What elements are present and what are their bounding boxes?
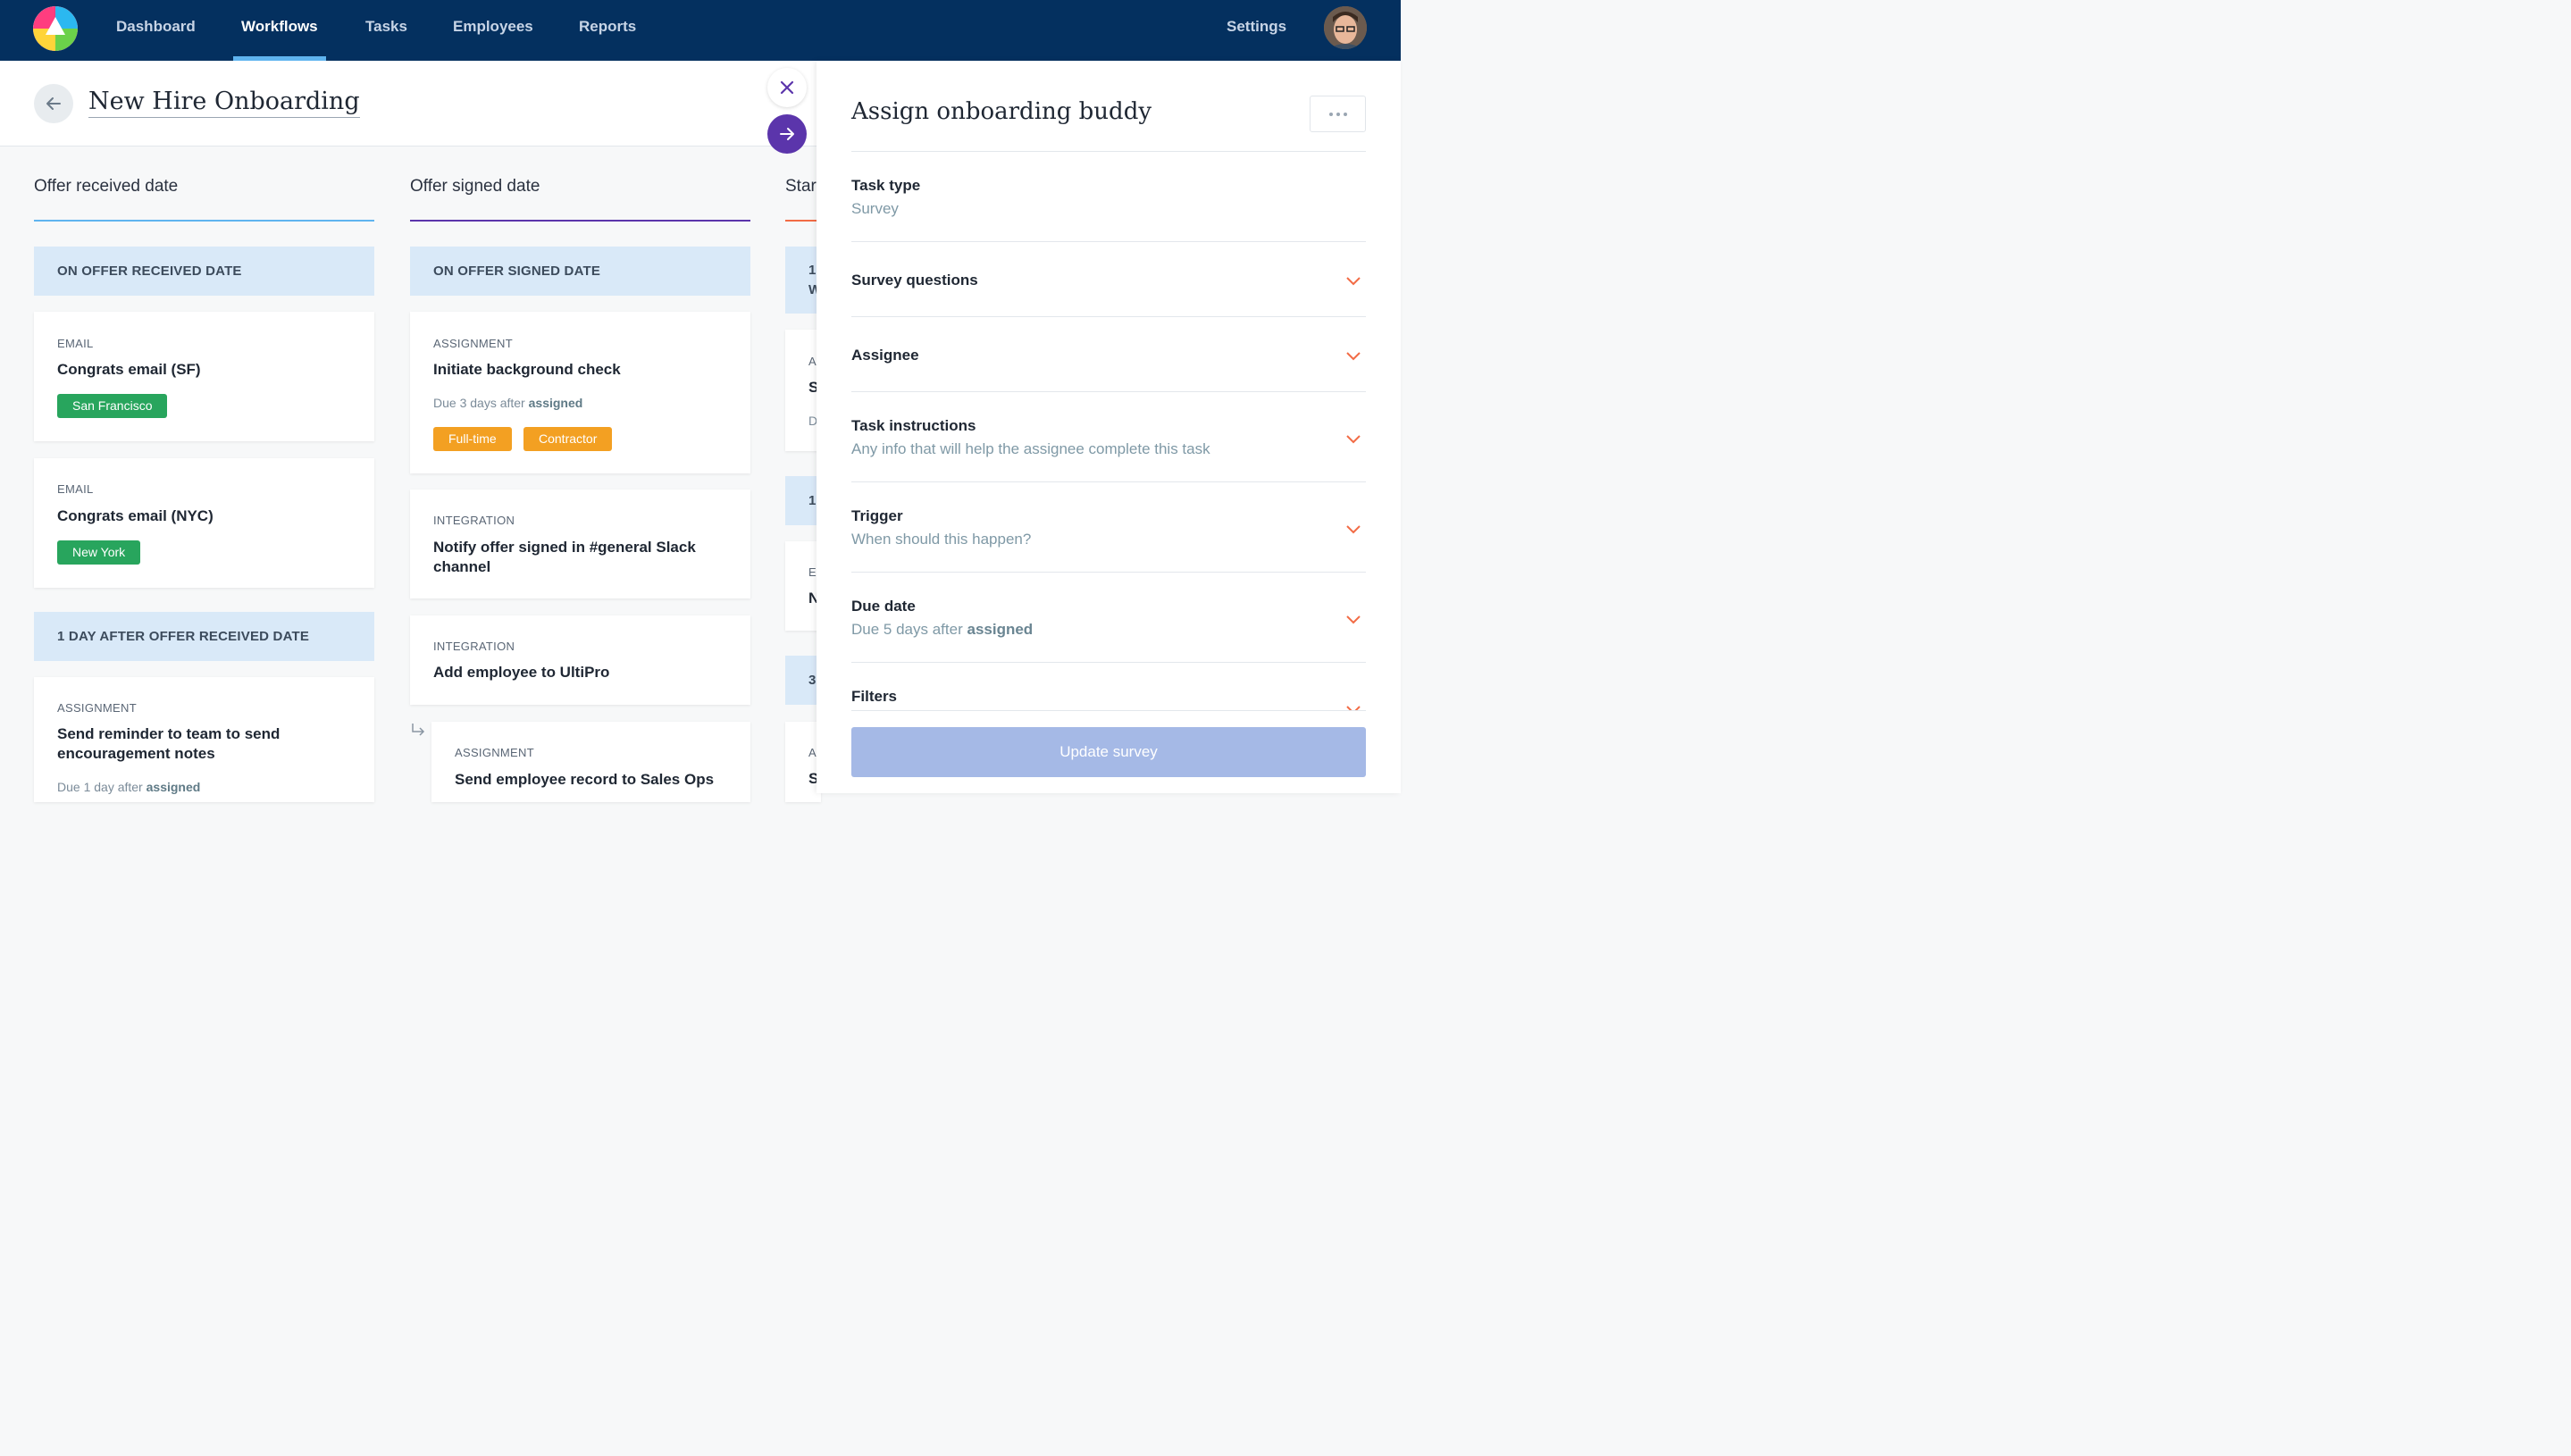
back-button[interactable] — [34, 84, 73, 123]
workflow-card-slack-notify[interactable]: INTEGRATION Notify offer signed in #gene… — [410, 490, 750, 598]
card-type: ASSIGNMENT — [455, 746, 534, 759]
column-heading-offer-received: Offer received date — [34, 177, 179, 196]
group-header: 3 — [785, 656, 821, 705]
field-value-task-instructions: Any info that will help the assignee com… — [851, 440, 1210, 457]
field-label-task-type: Task type — [851, 177, 921, 194]
nav-workflows[interactable]: Workflows — [241, 18, 318, 61]
tag-contractor: Contractor — [523, 427, 613, 451]
task-detail-panel: Assign onboarding buddy Task type Survey… — [817, 61, 1401, 793]
workflow-card[interactable]: E N — [785, 541, 821, 631]
column-heading-start: Star — [785, 177, 817, 196]
divider — [851, 391, 1366, 392]
group-header: 1W — [785, 247, 821, 314]
divider — [851, 572, 1366, 573]
tag-full-time: Full-time — [433, 427, 512, 451]
card-type: ASSIGNMENT — [433, 337, 513, 350]
card-title: Initiate background check — [433, 361, 621, 378]
more-dots-icon — [1328, 112, 1333, 116]
column-underline — [34, 220, 374, 222]
workflow-card-sales-ops[interactable]: ASSIGNMENT Send employee record to Sales… — [431, 722, 750, 802]
close-icon — [780, 80, 794, 95]
field-label-filters: Filters — [851, 688, 898, 705]
nav-employees[interactable]: Employees — [453, 18, 533, 61]
workflow-card-ultipro[interactable]: INTEGRATION Add employee to UltiPro — [410, 615, 750, 705]
chevron-down-icon[interactable] — [1345, 275, 1361, 286]
divider — [851, 662, 1366, 663]
field-label-trigger: Trigger — [851, 507, 903, 524]
card-title: Congrats email (SF) — [57, 361, 201, 378]
update-survey-button[interactable]: Update survey — [851, 727, 1366, 777]
field-label-assignee: Assignee — [851, 347, 919, 364]
close-panel-button[interactable] — [767, 68, 807, 107]
field-value-task-type: Survey — [851, 200, 899, 217]
workflow-card-send-reminder[interactable]: ASSIGNMENT Send reminder to team to send… — [34, 677, 374, 802]
field-filters[interactable]: Filters — [817, 677, 1401, 710]
workflow-card-background-check[interactable]: ASSIGNMENT Initiate background check Due… — [410, 312, 750, 473]
field-value-due-date: Due 5 days after assigned — [851, 621, 1034, 638]
divider — [851, 241, 1366, 242]
group-header: ON OFFER RECEIVED DATE — [34, 247, 374, 296]
card-type: ASSIGNMENT — [57, 701, 137, 715]
field-label-task-instructions: Task instructions — [851, 417, 976, 434]
group-header: 1 DAY AFTER OFFER RECEIVED DATE — [34, 612, 374, 661]
card-due: Due 3 days after assigned — [433, 396, 583, 410]
workflow-card[interactable]: A S D — [785, 330, 821, 451]
nav-tasks[interactable]: Tasks — [365, 18, 407, 61]
card-type: EMAIL — [57, 482, 94, 496]
panel-title: Assign onboarding buddy — [851, 98, 1152, 125]
top-navigation-bar: Dashboard Workflows Tasks Employees Repo… — [0, 0, 1401, 61]
chevron-down-icon[interactable] — [1345, 523, 1361, 534]
divider — [851, 481, 1366, 482]
card-title: Notify offer signed in #general Slack ch… — [433, 539, 696, 575]
user-avatar[interactable] — [1324, 6, 1367, 49]
field-label-survey-questions: Survey questions — [851, 272, 978, 289]
nav-dashboard[interactable]: Dashboard — [116, 18, 196, 61]
chevron-down-icon[interactable] — [1345, 614, 1361, 624]
workflow-card[interactable]: A S — [785, 722, 821, 802]
tag-new-york: New York — [57, 540, 141, 565]
card-title: Send reminder to team to send encouragem… — [57, 725, 281, 762]
card-type: EMAIL — [57, 337, 94, 350]
page-title[interactable]: New Hire Onboarding — [88, 88, 360, 118]
group-header: 1 — [785, 476, 821, 525]
chevron-down-icon[interactable] — [1345, 350, 1361, 361]
card-type: INTEGRATION — [433, 514, 515, 527]
next-task-button[interactable] — [767, 114, 807, 154]
card-title: Send employee record to Sales Ops — [455, 771, 715, 788]
chevron-down-icon[interactable] — [1345, 704, 1361, 710]
chevron-down-icon[interactable] — [1345, 433, 1361, 444]
sub-item-arrow-icon — [412, 724, 425, 736]
field-label-due-date: Due date — [851, 598, 916, 615]
more-options-button[interactable] — [1310, 96, 1366, 132]
column-underline — [785, 220, 821, 222]
card-type: INTEGRATION — [433, 640, 515, 653]
divider — [851, 151, 1366, 152]
column-underline — [410, 220, 750, 222]
next-arrow-icon — [780, 128, 794, 140]
card-due: Due 1 day after assigned — [57, 780, 201, 794]
card-title: Add employee to UltiPro — [433, 664, 610, 681]
workflow-card-congrats-nyc[interactable]: EMAIL Congrats email (NYC) New York — [34, 458, 374, 588]
column-heading-offer-signed: Offer signed date — [410, 177, 540, 196]
workflow-header: New Hire Onboarding — [0, 61, 817, 146]
field-value-trigger: When should this happen? — [851, 531, 1032, 548]
nav-settings[interactable]: Settings — [1227, 18, 1286, 36]
app-logo-icon[interactable] — [33, 6, 78, 51]
tag-san-francisco: San Francisco — [57, 394, 168, 418]
nav-reports[interactable]: Reports — [579, 18, 636, 61]
card-title: Congrats email (NYC) — [57, 507, 214, 524]
divider — [851, 316, 1366, 317]
workflow-card-congrats-sf[interactable]: EMAIL Congrats email (SF) San Francisco — [34, 312, 374, 441]
back-arrow-icon — [46, 97, 61, 110]
group-header: ON OFFER SIGNED DATE — [410, 247, 750, 296]
divider — [851, 710, 1366, 711]
